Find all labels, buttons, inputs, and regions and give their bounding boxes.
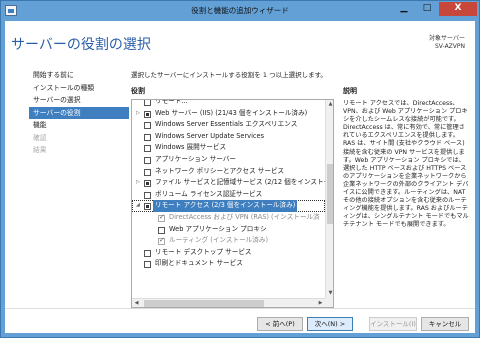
title-bar[interactable]: 役割と機能の追加ウィザード ▁ □ X (1, 1, 479, 21)
role-checkbox[interactable] (144, 133, 151, 141)
role-row[interactable]: DirectAccess および VPN (RAS) (インストール済 (132, 212, 325, 224)
role-label: Web サーバー (IIS) (21/43 個をインストール済み) (155, 108, 308, 117)
nav-item[interactable]: サーバーの選択 (29, 94, 129, 107)
role-checkbox[interactable] (144, 145, 151, 153)
role-row[interactable]: ルーティング (インストール済み) (132, 235, 325, 247)
role-row[interactable]: ネットワーク ポリシーとアクセス サービス (132, 166, 325, 178)
role-checkbox[interactable] (144, 191, 151, 199)
role-label: Windows Server Essentials エクスペリエンス (155, 120, 298, 129)
role-label: リモート デスクトップ サービス (155, 247, 252, 256)
roles-list[interactable]: リモート... ▷ Web サーバー (IIS) (21/43 個をインストール済み… (131, 99, 334, 308)
back-button[interactable]: < 前へ(P) (257, 317, 303, 331)
maximize-button[interactable]: □ (416, 2, 438, 16)
role-row[interactable]: Web アプリケーション プロキシ (132, 224, 325, 236)
nav-item[interactable]: 開始する前に (29, 69, 129, 82)
instruction-text: 選択したサーバーにインストールする役割を 1 つ以上選択します。 (131, 71, 327, 79)
scroll-up-arrow-icon[interactable]: ▲ (326, 100, 333, 109)
role-label: DirectAccess および VPN (RAS) (インストール済 (169, 212, 320, 221)
nav-item: 確認 (33, 133, 47, 142)
role-row[interactable]: Windows Server Essentials エクスペリエンス (132, 119, 325, 131)
role-row[interactable]: リモート デスクトップ サービス (132, 247, 325, 259)
nav-item: 結果 (33, 146, 47, 154)
role-row[interactable]: Windows 展開サービス (132, 142, 325, 154)
role-label: ファイル サービスと記憶域サービス (2/12 個をインストー (155, 178, 331, 187)
nav-item[interactable]: インストールの種類 (29, 82, 129, 95)
destination-server: 対象サーバー SV-AZVPN (429, 35, 465, 51)
destination-server-name: SV-AZVPN (434, 43, 465, 50)
role-label: Windows Server Update Services (155, 131, 265, 140)
horizontal-scroll-thumb[interactable] (144, 300, 264, 307)
role-label: リモート アクセス (2/3 個をインストール済み) (153, 200, 298, 212)
role-row[interactable]: アプリケーション サーバー (132, 154, 325, 166)
horizontal-scrollbar[interactable]: ◀ ▶ (132, 298, 325, 307)
install-button[interactable]: インストール(I) (369, 317, 417, 331)
role-checkbox[interactable] (144, 249, 151, 257)
role-label: Web アプリケーション プロキシ (169, 224, 267, 233)
cancel-button[interactable]: キャンセル (421, 317, 469, 331)
vertical-scrollbar[interactable]: ▲ ▼ (325, 100, 333, 298)
role-label: アプリケーション サーバー (155, 154, 237, 163)
minimize-button[interactable]: ▁ (393, 2, 415, 16)
nav-item[interactable]: サーバーの役割 (29, 106, 129, 119)
role-row[interactable]: ▷ Web サーバー (IIS) (21/43 個をインストール済み) (132, 108, 325, 120)
roles-heading: 役割 (131, 87, 145, 95)
role-checkbox[interactable] (144, 122, 151, 130)
role-checkbox[interactable] (158, 226, 165, 234)
role-row[interactable]: ▷ ファイル サービスと記憶域サービス (2/12 個をインストー (132, 177, 330, 189)
role-checkbox[interactable] (144, 180, 151, 188)
close-button[interactable]: X (439, 2, 477, 16)
role-label: リモート... (155, 99, 188, 105)
wizard-nav: 開始する前に インストールの種類 サーバーの選択 サーバーの役割 機能 確認結果 (29, 69, 129, 157)
collapse-arrow-icon[interactable]: ◢ (136, 200, 142, 212)
role-description: リモート アクセスでは、DirectAccess、VPN、および Web アプリ… (343, 100, 469, 229)
wizard-window: 役割と機能の追加ウィザード ▁ □ X サーバーの役割の選択 対象サーバー SV… (0, 0, 480, 338)
scroll-left-arrow-icon[interactable]: ◀ (132, 299, 141, 307)
scrollbar-corner (325, 298, 333, 307)
role-checkbox[interactable] (144, 156, 151, 164)
role-row[interactable]: 印刷とドキュメント サービス (132, 258, 325, 270)
role-label: ルーティング (インストール済み) (169, 236, 269, 245)
nav-item[interactable]: 機能 (29, 119, 129, 132)
destination-server-label: 対象サーバー (429, 35, 465, 42)
scroll-down-arrow-icon[interactable]: ▼ (326, 289, 333, 298)
description-heading: 説明 (343, 87, 357, 95)
role-checkbox[interactable] (158, 212, 165, 224)
role-checkbox[interactable] (144, 261, 151, 269)
next-button[interactable]: 次へ(N) > (307, 317, 353, 331)
role-checkbox[interactable] (144, 110, 151, 118)
roles-list-rows: リモート... ▷ Web サーバー (IIS) (21/43 個をインストール済み… (132, 99, 330, 270)
expand-arrow-icon[interactable]: ▷ (136, 108, 142, 120)
vertical-scroll-thumb[interactable] (327, 164, 333, 224)
role-label: ネットワーク ポリシーとアクセス サービス (155, 166, 285, 175)
role-row[interactable]: ◢ リモート アクセス (2/3 個をインストール済み) (132, 200, 325, 212)
role-label: Windows 展開サービス (155, 143, 227, 152)
scroll-right-arrow-icon[interactable]: ▶ (316, 299, 325, 307)
wizard-client-area: サーバーの役割の選択 対象サーバー SV-AZVPN 開始する前に インストールの… (5, 21, 475, 333)
role-checkbox[interactable] (144, 168, 151, 176)
role-label: ボリューム ライセンス認証サービス (155, 189, 263, 198)
page-title: サーバーの役割の選択 (11, 37, 151, 53)
role-checkbox[interactable] (144, 100, 151, 106)
role-checkbox[interactable] (158, 235, 165, 247)
role-label: 印刷とドキュメント サービス (155, 259, 243, 268)
wizard-footer: < 前へ(P) 次へ(N) > インストール(I) キャンセル (5, 308, 475, 333)
expand-arrow-icon[interactable]: ▷ (136, 177, 142, 189)
role-checkbox[interactable] (144, 203, 151, 211)
role-row[interactable]: ボリューム ライセンス認証サービス (132, 189, 325, 201)
role-row[interactable]: リモート... (132, 99, 325, 108)
role-row[interactable]: Windows Server Update Services (132, 131, 325, 143)
